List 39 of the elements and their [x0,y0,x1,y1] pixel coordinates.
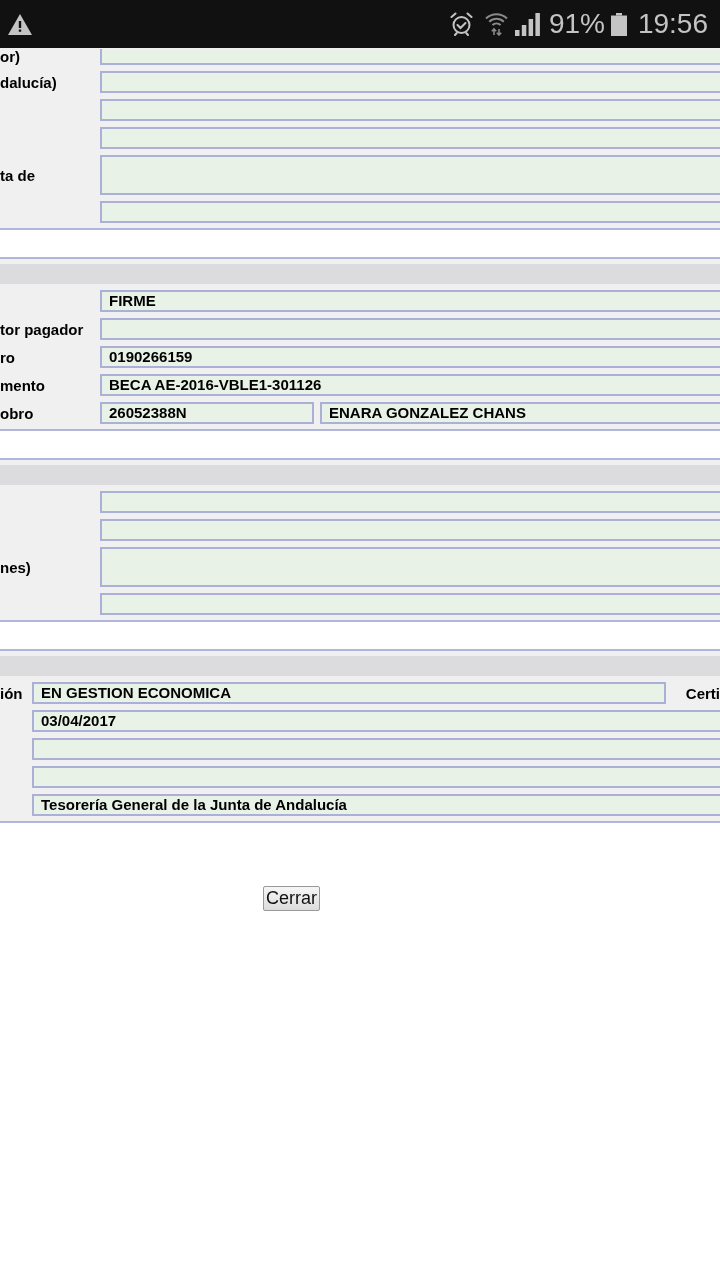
text-area[interactable] [100,155,720,195]
input-field[interactable]: 03/04/2017 [32,710,720,732]
signal-icon [514,12,540,36]
input-field[interactable]: BECA AE-2016-VBLE1-301126 [100,374,720,396]
warning-icon [8,13,32,35]
input-field[interactable] [100,318,720,340]
input-field[interactable] [100,48,720,65]
input-field[interactable] [32,738,720,760]
field-label: ta de [0,166,35,184]
field-label: or) [0,48,20,65]
close-button[interactable]: Cerrar [263,886,320,911]
input-field[interactable] [100,593,720,615]
input-field[interactable]: 26052388N [100,402,314,424]
battery-percentage: 91% [548,8,605,40]
field-label: ro [0,348,15,366]
input-field[interactable] [32,766,720,788]
input-field[interactable] [100,491,720,513]
wifi-icon [484,12,508,36]
battery-icon [610,12,627,36]
input-field[interactable]: EN GESTION ECONOMICA [32,682,666,704]
field-label: ión [0,684,23,702]
alarm-clock-icon [449,12,473,36]
input-field[interactable]: ENARA GONZALEZ CHANS [320,402,720,424]
input-field[interactable] [100,99,720,121]
input-field[interactable]: FIRME [100,290,720,312]
field-label: obro [0,404,34,422]
text-area[interactable] [100,547,720,587]
field-label: Certi [685,684,720,702]
input-field[interactable] [100,519,720,541]
field-label: dalucía) [0,73,57,91]
clock-time: 19:56 [637,8,708,40]
input-field[interactable] [100,201,720,223]
input-field[interactable] [100,127,720,149]
input-field[interactable]: 0190266159 [100,346,720,368]
field-label: nes) [0,558,31,576]
field-label: tor pagador [0,320,84,338]
input-field[interactable]: Tesorería General de la Junta de Andalucía [32,794,720,816]
field-label: mento [0,376,45,394]
input-field[interactable] [100,71,720,93]
